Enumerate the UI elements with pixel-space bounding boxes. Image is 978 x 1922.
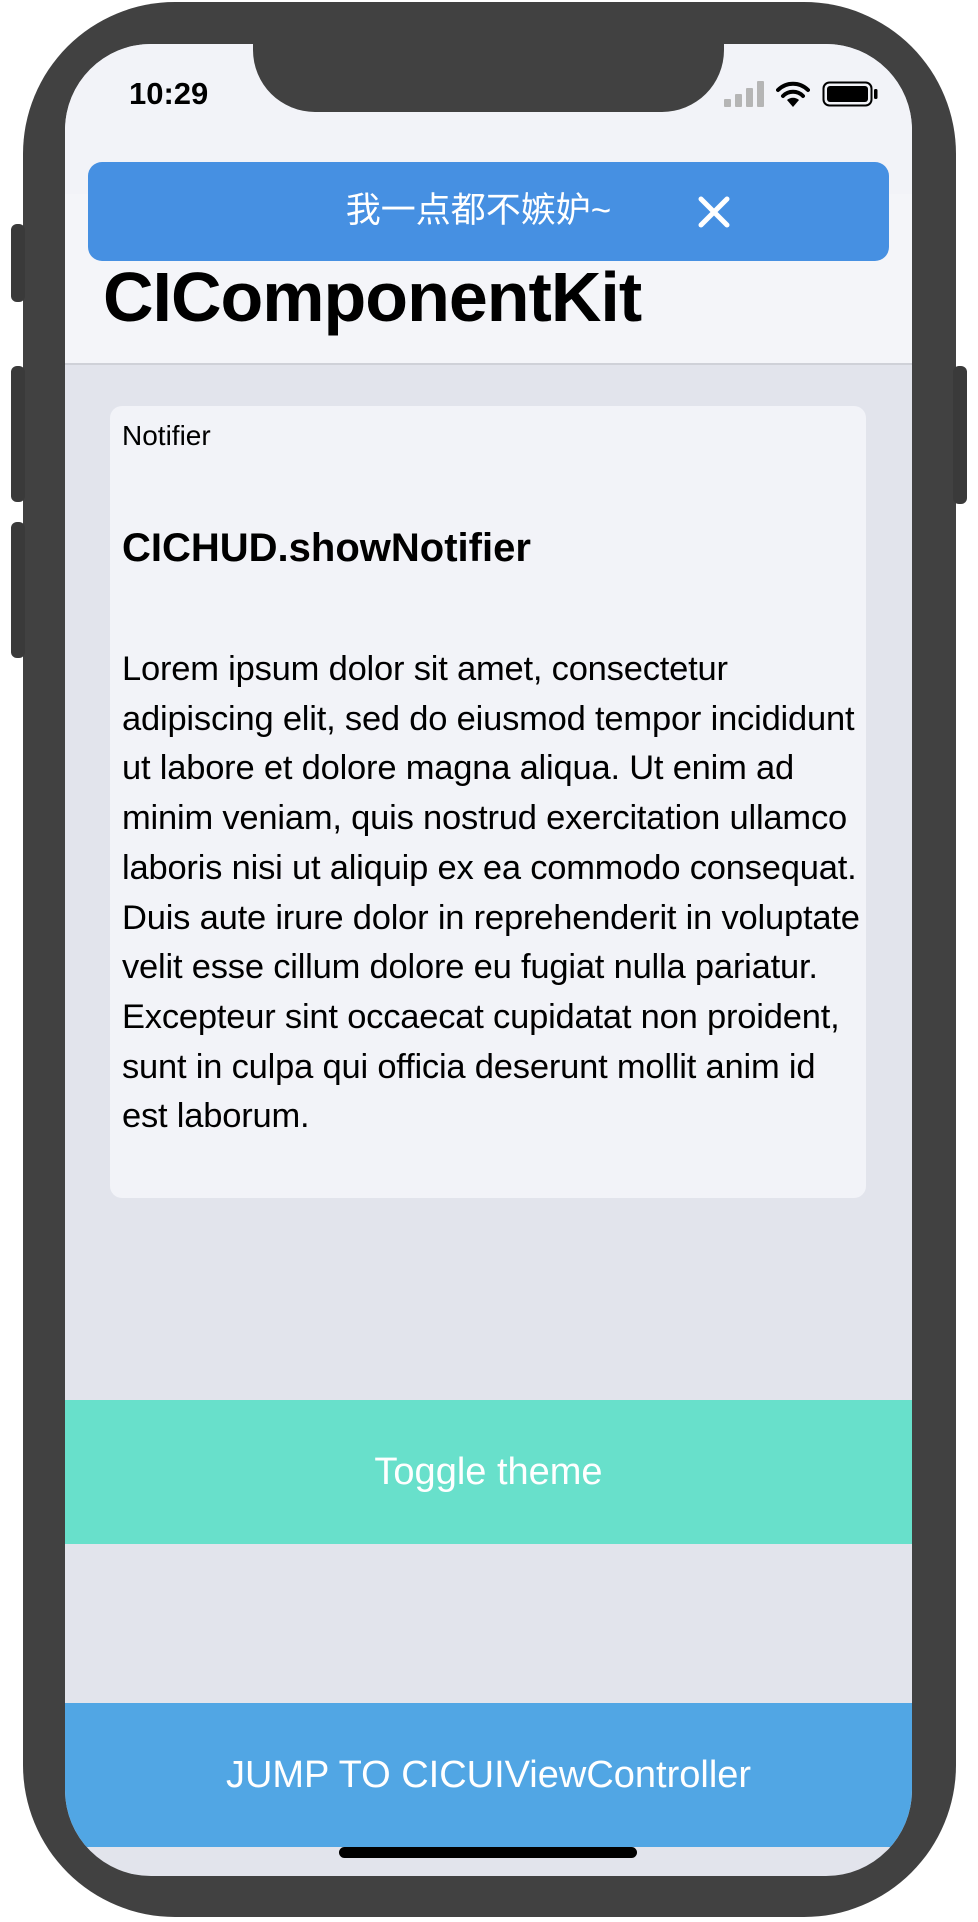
volume-down-button [11,522,25,658]
notifier-card: Notifier CICHUD.showNotifier Lorem ipsum… [110,406,866,1198]
silent-switch [11,224,25,302]
page-title-text: CIComponentKit [103,258,642,336]
toggle-theme-button[interactable]: Toggle theme [65,1400,912,1544]
card-title: CICHUD.showNotifier [122,526,531,570]
card-tag: Notifier [122,420,211,451]
cellular-signal-icon [724,80,764,112]
power-button [953,366,967,504]
notifier-banner[interactable]: 我一点都不嫉妒~ [88,162,889,261]
notifier-message: 我一点都不嫉妒~ [345,191,612,230]
notch [253,44,724,112]
wifi-icon [776,81,810,112]
card-body: Lorem ipsum dolor sit amet, consectetur … [122,650,860,1136]
jump-to-viewcontroller-button[interactable]: JUMP TO CICUIViewController [65,1703,912,1847]
screen: 10:29 CIComponentKit 我一点都不嫉妒~ Notifier C… [65,44,912,1876]
status-time: 10:29 [129,76,209,111]
volume-up-button [11,366,25,502]
battery-icon [822,81,878,112]
home-indicator [339,1847,637,1858]
close-icon[interactable] [691,189,737,235]
status-icons [724,80,878,112]
